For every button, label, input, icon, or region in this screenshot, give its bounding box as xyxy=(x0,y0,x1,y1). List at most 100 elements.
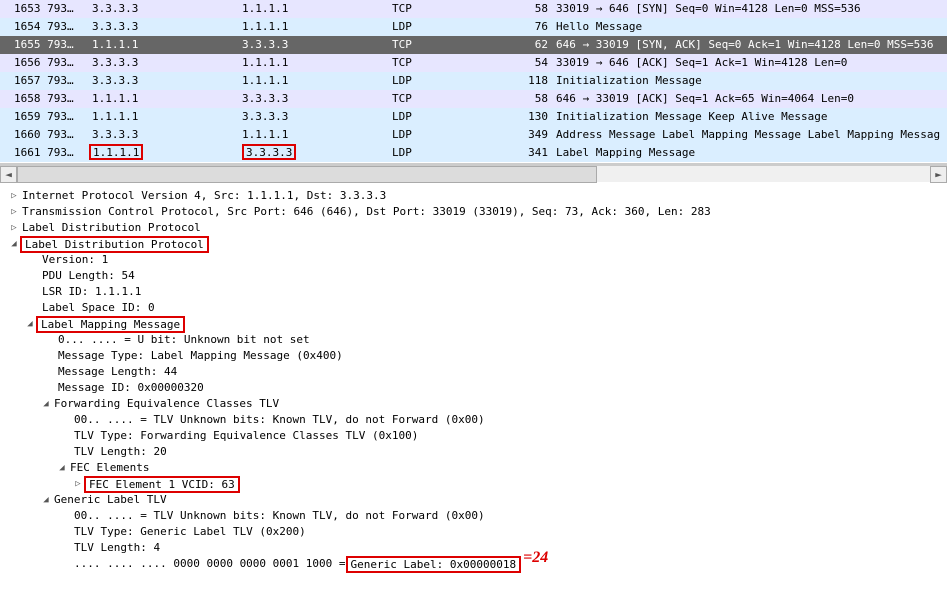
fec-vcid-highlight: FEC Element 1 VCID: 63 xyxy=(84,476,240,493)
tree-gen-unknown[interactable]: 00.. .... = TLV Unknown bits: Known TLV,… xyxy=(8,508,947,524)
tree-label-mapping-msg[interactable]: ◢Label Mapping Message xyxy=(8,316,947,332)
tree-gen-type[interactable]: TLV Type: Generic Label TLV (0x200) xyxy=(8,524,947,540)
tree-gen-len[interactable]: TLV Length: 4 xyxy=(8,540,947,556)
col-no: 1653 793… xyxy=(14,0,92,18)
tree-label: 00.. .... = TLV Unknown bits: Known TLV,… xyxy=(72,508,485,524)
tree-label: Message ID: 0x00000320 xyxy=(56,380,204,396)
col-no: 1661 793… xyxy=(14,144,92,162)
col-dst: 3.3.3.3 xyxy=(242,36,392,54)
col-info: Address Message Label Mapping Message La… xyxy=(552,126,947,144)
tree-label: TLV Type: Forwarding Equivalence Classes… xyxy=(72,428,418,444)
tree-label: Message Type: Label Mapping Message (0x4… xyxy=(56,348,343,364)
col-dst: 1.1.1.1 xyxy=(242,54,392,72)
packet-row[interactable]: 1660 793…3.3.3.31.1.1.1LDP349Address Mes… xyxy=(0,126,947,144)
tree-ubit[interactable]: 0... .... = U bit: Unknown bit not set xyxy=(8,332,947,348)
packet-row[interactable]: 1656 793…3.3.3.31.1.1.1TCP5433019 → 646 … xyxy=(0,54,947,72)
col-src: 1.1.1.1 xyxy=(92,144,242,162)
tree-msg-length[interactable]: Message Length: 44 xyxy=(8,364,947,380)
col-no: 1660 793… xyxy=(14,126,92,144)
tree-fec-tlv[interactable]: ◢Forwarding Equivalence Classes TLV xyxy=(8,396,947,412)
tree-lsr-id[interactable]: LSR ID: 1.1.1.1 xyxy=(8,284,947,300)
collapse-icon: ◢ xyxy=(40,492,52,508)
col-src: 3.3.3.3 xyxy=(92,72,242,90)
packet-row[interactable]: 1659 793…1.1.1.13.3.3.3LDP130Initializat… xyxy=(0,108,947,126)
col-dst: 1.1.1.1 xyxy=(242,126,392,144)
tree-version[interactable]: Version: 1 xyxy=(8,252,947,268)
tree-label: Generic Label TLV xyxy=(52,492,167,508)
col-no: 1659 793… xyxy=(14,108,92,126)
tree-label: PDU Length: 54 xyxy=(40,268,135,284)
expand-icon: ▷ xyxy=(8,220,20,236)
col-info: 33019 → 646 [ACK] Seq=1 Ack=1 Win=4128 L… xyxy=(552,54,947,72)
col-no: 1656 793… xyxy=(14,54,92,72)
col-dst: 3.3.3.3 xyxy=(242,144,392,162)
col-no: 1654 793… xyxy=(14,18,92,36)
scrollbar-thumb[interactable] xyxy=(17,166,597,183)
tree-fec-element-1[interactable]: ▷FEC Element 1 VCID: 63 xyxy=(8,476,947,492)
tree-label: LSR ID: 1.1.1.1 xyxy=(40,284,141,300)
tree-tcp[interactable]: ▷Transmission Control Protocol, Src Port… xyxy=(8,204,947,220)
col-len: 62 xyxy=(504,36,552,54)
tree-label-bits: .... .... .... 0000 0000 0000 0001 1000 … xyxy=(72,556,346,572)
scroll-left-button[interactable]: ◄ xyxy=(0,166,17,183)
tree-msg-type[interactable]: Message Type: Label Mapping Message (0x4… xyxy=(8,348,947,364)
col-no: 1655 793… xyxy=(14,36,92,54)
collapse-icon: ◢ xyxy=(56,460,68,476)
tree-ldp-2[interactable]: ◢Label Distribution Protocol xyxy=(8,236,947,252)
tree-label: TLV Length: 4 xyxy=(72,540,160,556)
tree-label: 0... .... = U bit: Unknown bit not set xyxy=(56,332,310,348)
tree-pdu-length[interactable]: PDU Length: 54 xyxy=(8,268,947,284)
col-len: 54 xyxy=(504,54,552,72)
scroll-right-button[interactable]: ► xyxy=(930,166,947,183)
lmm-highlight: Label Mapping Message xyxy=(36,316,185,333)
tree-fec-len[interactable]: TLV Length: 20 xyxy=(8,444,947,460)
tree-ip[interactable]: ▷Internet Protocol Version 4, Src: 1.1.1… xyxy=(8,188,947,204)
col-info: 646 → 33019 [SYN, ACK] Seq=0 Ack=1 Win=4… xyxy=(552,36,947,54)
packet-row[interactable]: 1661 793…1.1.1.13.3.3.3LDP341Label Mappi… xyxy=(0,144,947,162)
col-len: 118 xyxy=(504,72,552,90)
col-proto: LDP xyxy=(392,144,504,162)
packet-list-hscrollbar[interactable]: ◄ ► xyxy=(0,165,947,182)
col-src: 1.1.1.1 xyxy=(92,90,242,108)
packet-details-pane[interactable]: ▷Internet Protocol Version 4, Src: 1.1.1… xyxy=(0,184,947,572)
tree-fec-unknown[interactable]: 00.. .... = TLV Unknown bits: Known TLV,… xyxy=(8,412,947,428)
tree-label: Label Space ID: 0 xyxy=(40,300,155,316)
tree-generic-label-value[interactable]: .... .... .... 0000 0000 0000 0001 1000 … xyxy=(8,556,947,572)
tree-ldp-1[interactable]: ▷Label Distribution Protocol xyxy=(8,220,947,236)
col-len: 76 xyxy=(504,18,552,36)
tree-label: Transmission Control Protocol, Src Port:… xyxy=(20,204,711,220)
col-proto: LDP xyxy=(392,72,504,90)
col-proto: TCP xyxy=(392,54,504,72)
tree-fec-type[interactable]: TLV Type: Forwarding Equivalence Classes… xyxy=(8,428,947,444)
packet-row[interactable]: 1658 793…1.1.1.13.3.3.3TCP58646 → 33019 … xyxy=(0,90,947,108)
triangle-right-icon: ► xyxy=(935,168,942,181)
col-src: 3.3.3.3 xyxy=(92,0,242,18)
expand-icon: ▷ xyxy=(72,476,84,492)
collapse-icon: ◢ xyxy=(24,316,36,332)
col-info: Initialization Message xyxy=(552,72,947,90)
packet-list-pane[interactable]: 1653 793…3.3.3.31.1.1.1TCP5833019 → 646 … xyxy=(0,0,947,165)
col-src: 1.1.1.1 xyxy=(92,108,242,126)
col-dst: 3.3.3.3 xyxy=(242,108,392,126)
tree-generic-label-tlv[interactable]: ◢Generic Label TLV xyxy=(8,492,947,508)
packet-row[interactable]: 1655 793…1.1.1.13.3.3.3TCP62646 → 33019 … xyxy=(0,36,947,54)
col-info: Initialization Message Keep Alive Messag… xyxy=(552,108,947,126)
col-proto: LDP xyxy=(392,18,504,36)
packet-row[interactable]: 1653 793…3.3.3.31.1.1.1TCP5833019 → 646 … xyxy=(0,0,947,18)
col-info: 33019 → 646 [SYN] Seq=0 Win=4128 Len=0 M… xyxy=(552,0,947,18)
tree-label: Internet Protocol Version 4, Src: 1.1.1.… xyxy=(20,188,386,204)
col-proto: LDP xyxy=(392,108,504,126)
tree-label: FEC Elements xyxy=(68,460,149,476)
col-dst: 1.1.1.1 xyxy=(242,0,392,18)
col-info: 646 → 33019 [ACK] Seq=1 Ack=65 Win=4064 … xyxy=(552,90,947,108)
ldp-header-highlight: Label Distribution Protocol xyxy=(20,236,209,253)
tree-label: TLV Type: Generic Label TLV (0x200) xyxy=(72,524,306,540)
tree-msg-id[interactable]: Message ID: 0x00000320 xyxy=(8,380,947,396)
packet-row[interactable]: 1657 793…3.3.3.31.1.1.1LDP118Initializat… xyxy=(0,72,947,90)
tree-label: 00.. .... = TLV Unknown bits: Known TLV,… xyxy=(72,412,485,428)
packet-row[interactable]: 1654 793…3.3.3.31.1.1.1LDP76Hello Messag… xyxy=(0,18,947,36)
tree-label-space[interactable]: Label Space ID: 0 xyxy=(8,300,947,316)
tree-label: Forwarding Equivalence Classes TLV xyxy=(52,396,279,412)
tree-fec-elements[interactable]: ◢FEC Elements xyxy=(8,460,947,476)
col-src: 1.1.1.1 xyxy=(92,36,242,54)
